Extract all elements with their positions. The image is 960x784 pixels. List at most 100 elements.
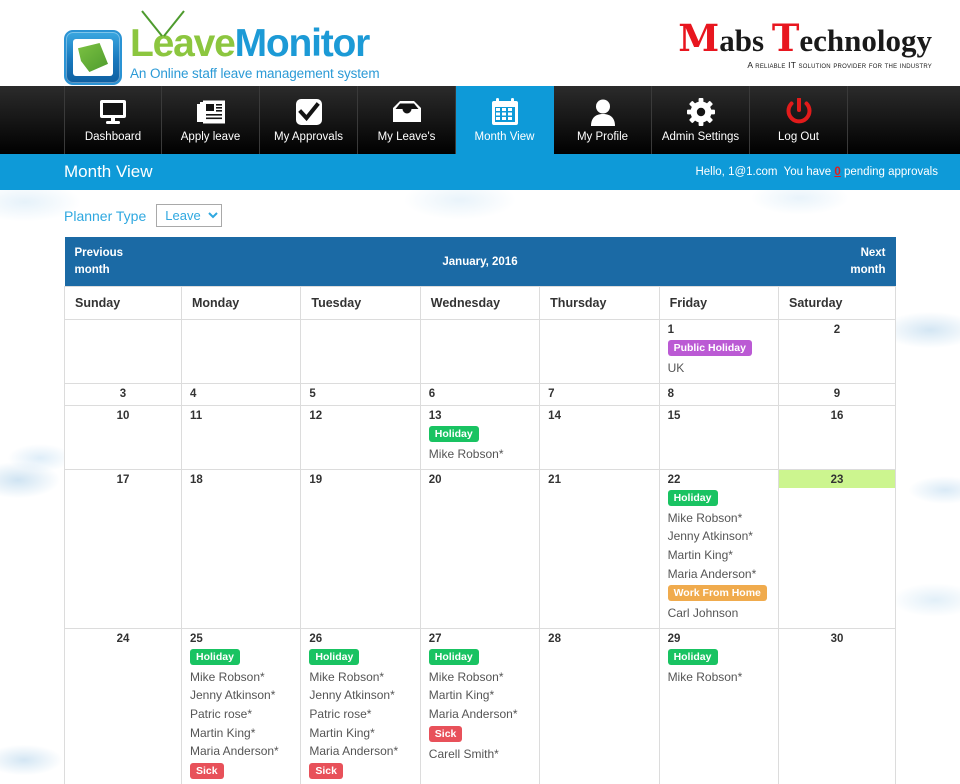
partner-text-abs: abs — [719, 23, 772, 58]
nav-item-apply-leave[interactable]: Apply leave — [162, 86, 260, 154]
calendar-day-cell-13[interactable]: 13 Holiday Mike Robson* — [419, 405, 541, 470]
calendar-day-cell-23[interactable]: 23 — [778, 468, 896, 629]
day-entries: Holiday Mike Robson* Jenny Atkinson* Patric… — [182, 647, 300, 784]
leave-type-badge-sick[interactable]: Sick — [428, 725, 463, 742]
leave-type-badge-wfh[interactable]: Work From Home — [667, 585, 767, 602]
calendar-day-cell-empty[interactable] — [539, 319, 660, 384]
antenna-icon — [141, 10, 185, 37]
day-number: 10 — [116, 410, 130, 422]
calendar-day-cell-28[interactable]: 28 — [539, 627, 660, 784]
calendar-day-cell-20[interactable]: 20 — [419, 468, 541, 629]
next-month-button[interactable]: Next month — [778, 237, 896, 287]
calendar-day-cell-8[interactable]: 8 — [658, 383, 780, 406]
calendar-day-cell-21[interactable]: 21 — [539, 468, 660, 629]
calendar-day-cell-26[interactable]: 26 Holiday Mike Robson* Jenny Atkinson* Patr… — [300, 627, 421, 784]
nav-item-admin-settings[interactable]: Admin Settings — [652, 86, 750, 154]
calendar-day-cell-27[interactable]: 27 Holiday Mike Robson* Martin King* Maria A… — [419, 627, 541, 784]
leave-type-badge-holiday[interactable]: Holiday — [309, 648, 360, 665]
calendar-month-title: January, 2016 — [181, 237, 779, 287]
calendar-day-cell-25[interactable]: 25 Holiday Mike Robson* Jenny Atkinson* Patr… — [180, 627, 302, 784]
nav-item-my-approvals[interactable]: My Approvals — [260, 86, 358, 154]
employee-name: Mike Robson* — [309, 669, 385, 684]
leave-type-badge-holiday[interactable]: Holiday — [190, 648, 240, 665]
nav-item-log-out[interactable]: Log Out — [750, 86, 848, 154]
calendar-day-cell-12[interactable]: 12 — [300, 405, 421, 470]
day-number: 13 — [428, 410, 442, 422]
day-number: 18 — [190, 473, 203, 486]
calendar-day-cell-empty[interactable] — [180, 319, 302, 384]
calendar-day-cell-18[interactable]: 18 — [180, 468, 302, 629]
calendar-day-cell-15[interactable]: 15 — [658, 405, 780, 470]
calendar-day-cell-6[interactable]: 6 — [419, 383, 541, 406]
calendar-day-cell-19[interactable]: 19 — [300, 468, 421, 629]
day-number: 15 — [667, 410, 681, 422]
employee-name: Mike Robson* — [667, 510, 743, 525]
nav-item-my-leave-s[interactable]: My Leave's — [358, 86, 456, 154]
weekday-header-friday: Friday — [658, 286, 780, 321]
calendar-week-row: 24 25 Holiday Mike Robson* Jenny Atkinson* Pa… — [64, 627, 896, 784]
calendar-day-cell-16[interactable]: 16 — [778, 405, 896, 470]
employee-name: Jenny Atkinson* — [190, 688, 276, 703]
leave-type-badge-holiday[interactable]: Holiday — [667, 489, 718, 506]
pending-approvals-count[interactable]: 0 — [834, 166, 840, 178]
planner-type-select[interactable]: Leave — [156, 204, 223, 227]
nav-item-label: My Leave's — [377, 131, 436, 143]
calendar-day-cell-24[interactable]: 24 — [64, 627, 182, 784]
next-month-label-line2: month — [850, 263, 886, 276]
calendar-day-cell-1[interactable]: 1 Public Holiday UK — [658, 319, 780, 384]
calendar-day-cell-3[interactable]: 3 — [64, 383, 182, 406]
day-number: 3 — [119, 388, 127, 400]
calendar-day-cell-9[interactable]: 9 — [778, 383, 896, 406]
calendar-day-cell-10[interactable]: 10 — [64, 405, 182, 470]
leave-type-badge-sick[interactable]: Sick — [190, 762, 224, 779]
employee-name: Jenny Atkinson* — [667, 529, 753, 544]
weekday-header-saturday: Saturday — [778, 286, 896, 321]
calendar-day-cell-22[interactable]: 22 Holiday Mike Robson* Jenny Atkinson* Mart… — [658, 468, 780, 629]
user-info: Hello, 1@1.com You have 0 pending approv… — [695, 166, 938, 178]
leave-type-badge-sick[interactable]: Sick — [309, 762, 343, 779]
partner-wordmark: Mabs Technology — [678, 20, 932, 57]
calendar-day-cell-2[interactable]: 2 — [778, 319, 896, 384]
employee-name: Mike Robson* — [428, 447, 504, 462]
nav-item-label: Dashboard — [84, 131, 142, 143]
calendar-day-cell-4[interactable]: 4 — [180, 383, 302, 406]
calendar-day-cell-empty[interactable] — [419, 319, 541, 384]
partner-text-echnology: echnology — [799, 23, 932, 58]
weekday-header-sunday: Sunday — [64, 286, 182, 321]
day-entries: Holiday Mike Robson* Jenny Atkinson* Patric… — [301, 647, 419, 784]
calendar-day-cell-empty[interactable] — [64, 319, 182, 384]
day-number: 20 — [428, 473, 442, 486]
page-title: Month View — [64, 162, 153, 181]
day-number: 2 — [833, 324, 841, 337]
employee-name: Martin King* — [309, 725, 375, 740]
calendar-day-cell-11[interactable]: 11 — [180, 405, 302, 470]
leave-type-badge-holiday[interactable]: Holiday — [428, 426, 479, 443]
leave-type-badge-holiday[interactable]: Holiday — [428, 648, 479, 665]
nav-item-dashboard[interactable]: Dashboard — [64, 86, 162, 154]
leave-type-badge-holiday[interactable]: Holiday — [667, 648, 718, 665]
employee-name: UK — [667, 361, 685, 376]
calendar-day-cell-14[interactable]: 14 — [539, 405, 660, 470]
nav-item-month-view[interactable]: Month View — [456, 86, 554, 154]
weekday-header-wednesday: Wednesday — [419, 286, 541, 321]
nav-item-my-profile[interactable]: My Profile — [554, 86, 652, 154]
calendar-day-cell-17[interactable]: 17 — [64, 468, 182, 629]
employee-name: Maria Anderson* — [190, 744, 279, 759]
day-number: 6 — [428, 388, 436, 400]
nav-item-label: Log Out — [778, 131, 819, 143]
day-number: 12 — [309, 410, 323, 422]
leavemonitor-logo[interactable]: LeaveMonitor An Online staff leave manag… — [64, 8, 380, 85]
day-number: 25 — [190, 632, 203, 645]
calendar-day-cell-30[interactable]: 30 — [778, 627, 896, 784]
calendar-day-cell-7[interactable]: 7 — [539, 383, 660, 406]
calendar-day-cell-empty[interactable] — [300, 319, 421, 384]
day-number: 19 — [309, 473, 323, 486]
weekday-header-tuesday: Tuesday — [300, 286, 421, 321]
day-number: 7 — [548, 388, 555, 400]
calendar-day-cell-29[interactable]: 29 Holiday Mike Robson* — [658, 627, 780, 784]
day-entries: Holiday Mike Robson* Martin King* Maria And… — [421, 647, 539, 769]
leave-type-badge-public[interactable]: Public Holiday — [667, 340, 752, 357]
calendar-day-cell-5[interactable]: 5 — [300, 383, 421, 406]
day-number: 30 — [830, 632, 844, 645]
previous-month-button[interactable]: Previous month — [64, 237, 182, 287]
